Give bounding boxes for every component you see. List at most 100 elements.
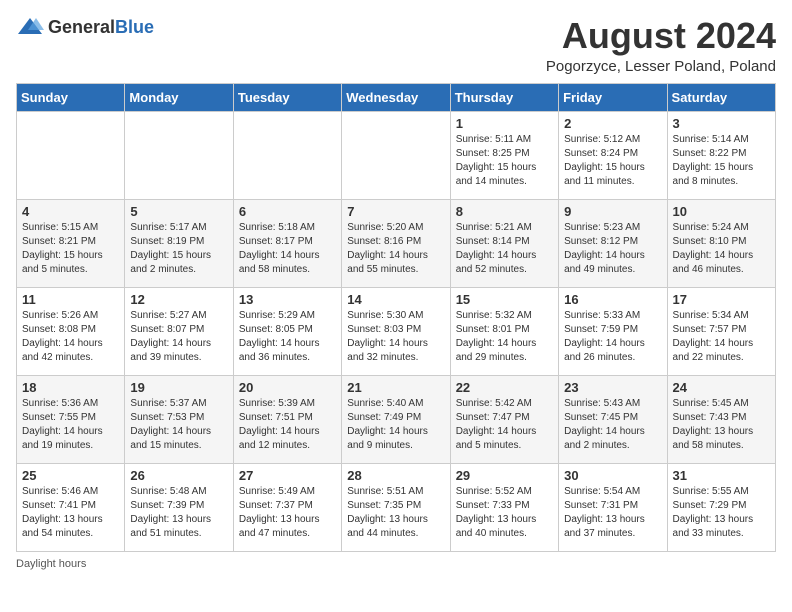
cell-w4-d3: 21 Sunrise: 5:40 AM Sunset: 7:49 PM Dayli… <box>342 375 450 463</box>
header: GeneralBlue August 2024 Pogorzyce, Lesse… <box>16 16 776 75</box>
cell-w4-d2: 20 Sunrise: 5:39 AM Sunset: 7:51 PM Dayli… <box>233 375 341 463</box>
cell-w1-d1 <box>125 111 233 199</box>
day-number: 4 <box>22 204 119 219</box>
day-info: Sunrise: 5:45 AM Sunset: 7:43 PM Dayligh… <box>673 397 770 453</box>
cell-w2-d0: 4 Sunrise: 5:15 AM Sunset: 8:21 PM Daylig… <box>17 199 125 287</box>
cell-w1-d2 <box>233 111 341 199</box>
cell-w3-d4: 15 Sunrise: 5:32 AM Sunset: 8:01 PM Dayli… <box>450 287 558 375</box>
cell-w2-d5: 9 Sunrise: 5:23 AM Sunset: 8:12 PM Daylig… <box>559 199 667 287</box>
cell-w5-d3: 28Sunrise: 5:51 AM Sunset: 7:35 PM Dayli… <box>342 463 450 551</box>
logo-blue: Blue <box>115 17 154 37</box>
col-friday: Friday <box>559 83 667 111</box>
cell-w5-d2: 27 Sunrise: 5:49 AM Sunset: 7:37 PM Dayli… <box>233 463 341 551</box>
day-number: 16 <box>564 292 661 307</box>
day-number: 19 <box>130 380 227 395</box>
cell-w3-d5: 16 Sunrise: 5:33 AM Sunset: 7:59 PM Dayli… <box>559 287 667 375</box>
day-number: 2 <box>564 116 661 131</box>
day-number: 15 <box>456 292 553 307</box>
day-info: Sunrise: 5:26 AM Sunset: 8:08 PM Dayligh… <box>22 309 119 365</box>
day-number: 25 <box>22 468 119 483</box>
cell-w3-d2: 13Sunrise: 5:29 AM Sunset: 8:05 PM Dayli… <box>233 287 341 375</box>
footer-note: Daylight hours <box>16 558 776 570</box>
cell-w1-d5: 2 Sunrise: 5:12 AM Sunset: 8:24 PM Daylig… <box>559 111 667 199</box>
day-number: 23 <box>564 380 661 395</box>
cell-w4-d4: 22 Sunrise: 5:42 AM Sunset: 7:47 PM Dayli… <box>450 375 558 463</box>
cell-w5-d5: 30 Sunrise: 5:54 AM Sunset: 7:31 PM Dayli… <box>559 463 667 551</box>
col-thursday: Thursday <box>450 83 558 111</box>
day-info: Sunrise: 5:29 AM Sunset: 8:05 PM Dayligh… <box>239 309 336 365</box>
day-number: 14 <box>347 292 444 307</box>
day-number: 17 <box>673 292 770 307</box>
day-number: 7 <box>347 204 444 219</box>
cell-w5-d4: 29Sunrise: 5:52 AM Sunset: 7:33 PM Dayli… <box>450 463 558 551</box>
day-info: Sunrise: 5:30 AM Sunset: 8:03 PM Dayligh… <box>347 309 444 365</box>
month-title: August 2024 <box>546 16 776 56</box>
day-info: Sunrise: 5:21 AM Sunset: 8:14 PM Dayligh… <box>456 221 553 277</box>
col-wednesday: Wednesday <box>342 83 450 111</box>
logo-text: GeneralBlue <box>48 17 154 38</box>
day-number: 30 <box>564 468 661 483</box>
day-number: 12 <box>130 292 227 307</box>
day-info: Sunrise: 5:11 AM Sunset: 8:25 PM Dayligh… <box>456 133 553 189</box>
day-number: 9 <box>564 204 661 219</box>
day-info: Sunrise: 5:17 AM Sunset: 8:19 PM Dayligh… <box>130 221 227 277</box>
day-number: 10 <box>673 204 770 219</box>
cell-w1-d0 <box>17 111 125 199</box>
day-info: Sunrise: 5:55 AM Sunset: 7:29 PM Dayligh… <box>673 485 770 541</box>
day-info: Sunrise: 5:52 AM Sunset: 7:33 PM Dayligh… <box>456 485 553 541</box>
cell-w3-d1: 12Sunrise: 5:27 AM Sunset: 8:07 PM Dayli… <box>125 287 233 375</box>
cell-w2-d3: 7 Sunrise: 5:20 AM Sunset: 8:16 PM Daylig… <box>342 199 450 287</box>
calendar-table: Sunday Monday Tuesday Wednesday Thursday… <box>16 83 776 552</box>
day-number: 21 <box>347 380 444 395</box>
day-number: 1 <box>456 116 553 131</box>
day-info: Sunrise: 5:24 AM Sunset: 8:10 PM Dayligh… <box>673 221 770 277</box>
day-info: Sunrise: 5:20 AM Sunset: 8:16 PM Dayligh… <box>347 221 444 277</box>
day-info: Sunrise: 5:34 AM Sunset: 7:57 PM Dayligh… <box>673 309 770 365</box>
cell-w3-d3: 14 Sunrise: 5:30 AM Sunset: 8:03 PM Dayli… <box>342 287 450 375</box>
day-info: Sunrise: 5:54 AM Sunset: 7:31 PM Dayligh… <box>564 485 661 541</box>
day-info: Sunrise: 5:15 AM Sunset: 8:21 PM Dayligh… <box>22 221 119 277</box>
day-info: Sunrise: 5:48 AM Sunset: 7:39 PM Dayligh… <box>130 485 227 541</box>
day-info: Sunrise: 5:36 AM Sunset: 7:55 PM Dayligh… <box>22 397 119 453</box>
day-number: 11 <box>22 292 119 307</box>
cell-w4-d5: 23 Sunrise: 5:43 AM Sunset: 7:45 PM Dayli… <box>559 375 667 463</box>
col-sunday: Sunday <box>17 83 125 111</box>
day-number: 27 <box>239 468 336 483</box>
day-info: Sunrise: 5:37 AM Sunset: 7:53 PM Dayligh… <box>130 397 227 453</box>
day-number: 3 <box>673 116 770 131</box>
cell-w4-d1: 19 Sunrise: 5:37 AM Sunset: 7:53 PM Dayli… <box>125 375 233 463</box>
week-row-5: 25 Sunrise: 5:46 AM Sunset: 7:41 PM Dayli… <box>17 463 776 551</box>
week-row-1: 1 Sunrise: 5:11 AM Sunset: 8:25 PM Daylig… <box>17 111 776 199</box>
day-info: Sunrise: 5:12 AM Sunset: 8:24 PM Dayligh… <box>564 133 661 189</box>
day-info: Sunrise: 5:32 AM Sunset: 8:01 PM Dayligh… <box>456 309 553 365</box>
header-row: Sunday Monday Tuesday Wednesday Thursday… <box>17 83 776 111</box>
day-info: Sunrise: 5:39 AM Sunset: 7:51 PM Dayligh… <box>239 397 336 453</box>
day-info: Sunrise: 5:18 AM Sunset: 8:17 PM Dayligh… <box>239 221 336 277</box>
logo-general: General <box>48 17 115 37</box>
col-tuesday: Tuesday <box>233 83 341 111</box>
day-info: Sunrise: 5:51 AM Sunset: 7:35 PM Dayligh… <box>347 485 444 541</box>
day-number: 26 <box>130 468 227 483</box>
day-info: Sunrise: 5:49 AM Sunset: 7:37 PM Dayligh… <box>239 485 336 541</box>
cell-w2-d4: 8Sunrise: 5:21 AM Sunset: 8:14 PM Daylig… <box>450 199 558 287</box>
day-info: Sunrise: 5:14 AM Sunset: 8:22 PM Dayligh… <box>673 133 770 189</box>
day-info: Sunrise: 5:46 AM Sunset: 7:41 PM Dayligh… <box>22 485 119 541</box>
week-row-4: 18Sunrise: 5:36 AM Sunset: 7:55 PM Dayli… <box>17 375 776 463</box>
day-info: Sunrise: 5:33 AM Sunset: 7:59 PM Dayligh… <box>564 309 661 365</box>
col-saturday: Saturday <box>667 83 775 111</box>
day-number: 31 <box>673 468 770 483</box>
logo-icon <box>16 16 44 38</box>
day-number: 6 <box>239 204 336 219</box>
day-number: 22 <box>456 380 553 395</box>
day-number: 20 <box>239 380 336 395</box>
day-number: 24 <box>673 380 770 395</box>
day-info: Sunrise: 5:42 AM Sunset: 7:47 PM Dayligh… <box>456 397 553 453</box>
cell-w1-d6: 3 Sunrise: 5:14 AM Sunset: 8:22 PM Daylig… <box>667 111 775 199</box>
day-info: Sunrise: 5:43 AM Sunset: 7:45 PM Dayligh… <box>564 397 661 453</box>
col-monday: Monday <box>125 83 233 111</box>
cell-w3-d0: 11 Sunrise: 5:26 AM Sunset: 8:08 PM Dayli… <box>17 287 125 375</box>
day-info: Sunrise: 5:40 AM Sunset: 7:49 PM Dayligh… <box>347 397 444 453</box>
day-info: Sunrise: 5:23 AM Sunset: 8:12 PM Dayligh… <box>564 221 661 277</box>
cell-w4-d6: 24 Sunrise: 5:45 AM Sunset: 7:43 PM Dayli… <box>667 375 775 463</box>
title-area: August 2024 Pogorzyce, Lesser Poland, Po… <box>546 16 776 75</box>
